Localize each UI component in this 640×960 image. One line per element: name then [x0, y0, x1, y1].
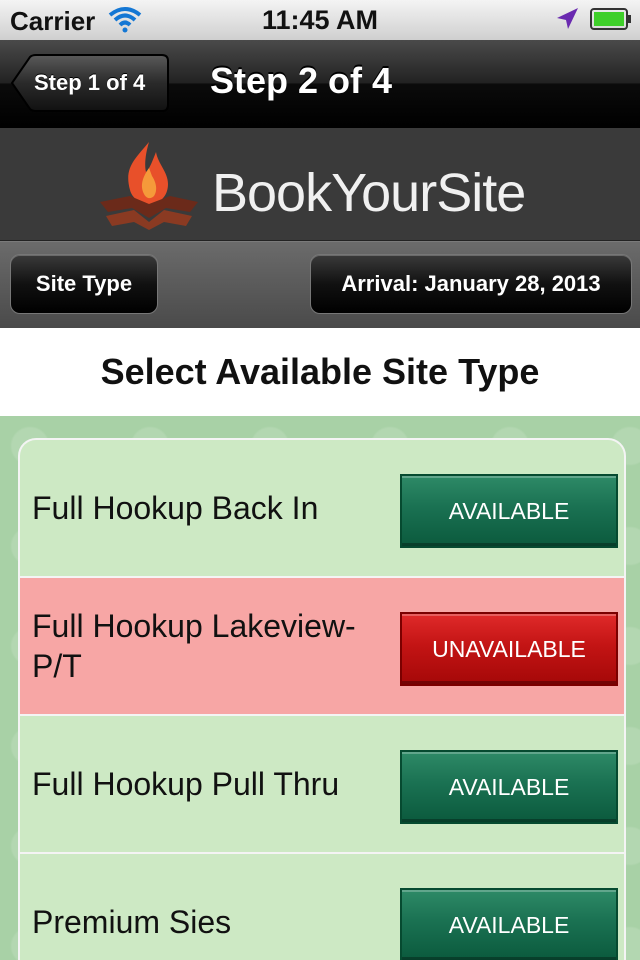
availability-button[interactable]: AVAILABLE	[400, 750, 618, 824]
brand-logo-text: BookYourSite	[212, 163, 526, 223]
availability-button[interactable]: UNAVAILABLE	[400, 612, 618, 686]
site-type-row[interactable]: Full Hookup Lakeview-P/T UNAVAILABLE	[20, 578, 624, 714]
battery-icon	[590, 8, 631, 30]
site-type-row[interactable]: Full Hookup Back In AVAILABLE	[20, 440, 624, 576]
back-button[interactable]: Step 1 of 4	[10, 54, 170, 112]
site-type-name: Full Hookup Back In	[32, 490, 319, 526]
status-bar: Carrier 11:45 AM	[0, 0, 640, 40]
site-type-row[interactable]: Premium Sies AVAILABLE	[20, 854, 624, 960]
logo-banner: BookYourSite	[0, 128, 640, 241]
site-type-list: Full Hookup Back In AVAILABLE Full Hooku…	[18, 438, 626, 960]
filter-bar: Site Type Arrival: January 28, 2013	[0, 241, 640, 328]
arrival-date-button[interactable]: Arrival: January 28, 2013	[310, 254, 632, 314]
navigation-bar: Step 1 of 4 Step 2 of 4	[0, 40, 640, 128]
site-type-name: Full Hookup Lakeview-P/T	[32, 608, 356, 684]
page-title: Step 2 of 4	[210, 60, 393, 101]
site-type-button[interactable]: Site Type	[10, 254, 158, 314]
campfire-icon	[100, 142, 198, 230]
site-type-name: Premium Sies	[32, 904, 232, 940]
site-type-row[interactable]: Full Hookup Pull Thru AVAILABLE	[20, 716, 624, 852]
back-button-label: Step 1 of 4	[34, 70, 146, 95]
availability-button[interactable]: AVAILABLE	[400, 888, 618, 960]
location-arrow-icon	[557, 8, 578, 29]
availability-button[interactable]: AVAILABLE	[400, 474, 618, 548]
section-heading: Select Available Site Type	[0, 328, 640, 416]
site-type-name: Full Hookup Pull Thru	[32, 766, 340, 802]
status-time: 11:45 AM	[261, 5, 379, 35]
